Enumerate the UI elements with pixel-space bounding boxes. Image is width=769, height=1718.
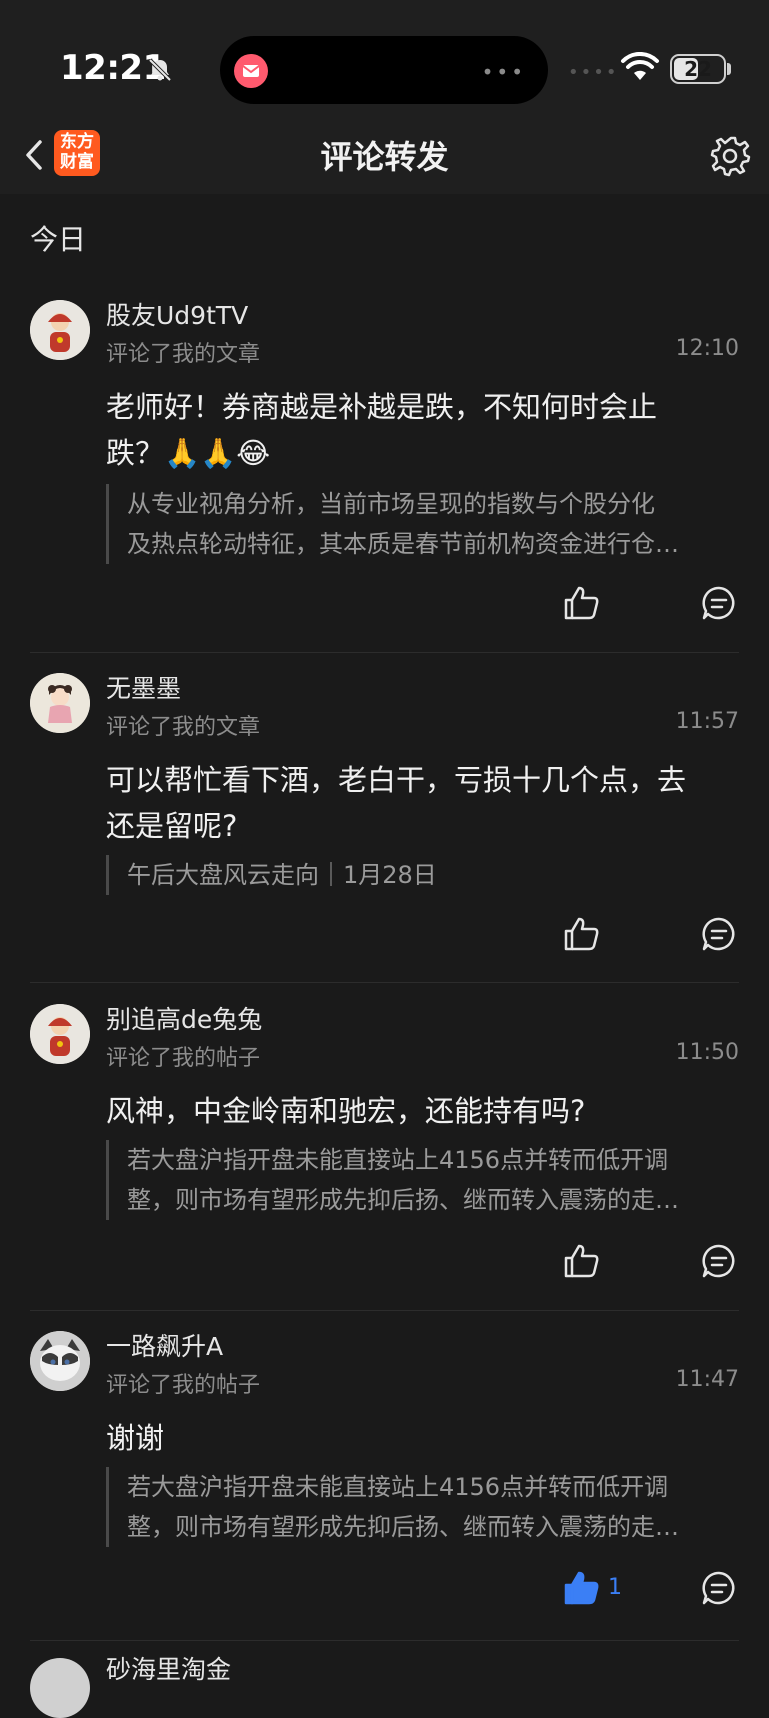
comment-content: 谢谢: [106, 1421, 165, 1455]
battery-icon: 22: [670, 54, 726, 84]
mail-app-icon: [234, 54, 268, 88]
reply-bubble-icon[interactable]: [700, 1242, 738, 1280]
section-today-label: 今日: [30, 223, 87, 256]
comment-item[interactable]: 无墨墨 评论了我的文章 11:57 可以帮忙看下酒，老白干，亏损十几个点，去还是…: [0, 673, 769, 973]
action-text: 评论了我的文章: [106, 342, 261, 367]
quoted-article[interactable]: 从专业视角分析，当前市场呈现的指数与个股分化 及热点轮动特征，其本质是春节前机构…: [106, 484, 696, 564]
dynamic-island[interactable]: •••: [220, 36, 548, 104]
reply-bubble-icon[interactable]: [700, 584, 738, 622]
timestamp: 11:47: [675, 1367, 739, 1392]
quoted-article[interactable]: 若大盘沪指开盘未能直接站上4156点并转而低开调 整，则市场有望形成先抑后扬、继…: [106, 1140, 696, 1220]
action-text: 评论了我的帖子: [106, 1373, 261, 1398]
timestamp: 11:57: [675, 709, 739, 734]
wifi-icon: [621, 52, 659, 80]
comment-item[interactable]: 股友Ud9tTV 评论了我的文章 12:10 老师好！券商越是补越是跌，不知何时…: [0, 300, 769, 650]
timestamp: 11:50: [675, 1040, 739, 1065]
status-bar: 12:21 ••• •••• 22: [0, 0, 769, 130]
cellular-signal-icon: ••••: [568, 62, 619, 83]
comment-content: 可以帮忙看下酒，老白干，亏损十几个点，去还是留呢?: [106, 763, 687, 843]
avatar[interactable]: [30, 1004, 90, 1064]
avatar[interactable]: [30, 1331, 90, 1391]
username[interactable]: 一路飙升A: [106, 1327, 223, 1363]
reply-bubble-icon[interactable]: [700, 1569, 738, 1607]
avatar[interactable]: [30, 1658, 90, 1718]
action-text: 评论了我的文章: [106, 715, 261, 740]
like-thumb-icon-active[interactable]: [562, 1569, 600, 1607]
like-count: 1: [608, 1575, 622, 1600]
username[interactable]: 股友Ud9tTV: [106, 296, 248, 332]
comment-item[interactable]: 别追高de兔兔 评论了我的帖子 11:50 风神，中金岭南和驰宏，还能持有吗? …: [0, 1004, 769, 1324]
divider: [30, 1640, 739, 1641]
page-title: 评论转发: [320, 138, 449, 176]
divider: [30, 652, 739, 653]
comment-item[interactable]: 一路飙升A 评论了我的帖子 11:47 谢谢 若大盘沪指开盘未能直接站上4156…: [0, 1331, 769, 1651]
comment-content: 老师好！券商越是补越是跌，不知何时会止跌？🙏🙏😂: [106, 390, 658, 470]
island-dots-icon: •••: [481, 60, 526, 84]
battery-level: 22: [684, 57, 712, 81]
like-thumb-icon[interactable]: [562, 915, 600, 953]
username[interactable]: 无墨墨: [106, 669, 181, 705]
bell-slash-icon: [148, 58, 172, 82]
avatar[interactable]: [30, 673, 90, 733]
divider: [30, 982, 739, 983]
action-text: 评论了我的帖子: [106, 1046, 261, 1071]
settings-gear-icon[interactable]: [708, 134, 752, 178]
comment-content: 风神，中金岭南和驰宏，还能持有吗?: [106, 1094, 586, 1128]
like-thumb-icon[interactable]: [562, 584, 600, 622]
reply-bubble-icon[interactable]: [700, 915, 738, 953]
username[interactable]: 别追高de兔兔: [106, 1000, 262, 1036]
quoted-article[interactable]: 若大盘沪指开盘未能直接站上4156点并转而低开调 整，则市场有望形成先抑后扬、继…: [106, 1467, 696, 1547]
timestamp: 12:10: [675, 336, 739, 361]
like-thumb-icon[interactable]: [562, 1242, 600, 1280]
quoted-article[interactable]: 午后大盘风云走向｜1月28日: [106, 855, 696, 895]
navigation-bar: 东方 财富 评论转发: [0, 118, 769, 194]
avatar[interactable]: [30, 300, 90, 360]
username[interactable]: 砂海里淘金: [106, 1650, 231, 1686]
comment-item[interactable]: 砂海里淘金: [0, 1655, 769, 1718]
divider: [30, 1310, 739, 1311]
